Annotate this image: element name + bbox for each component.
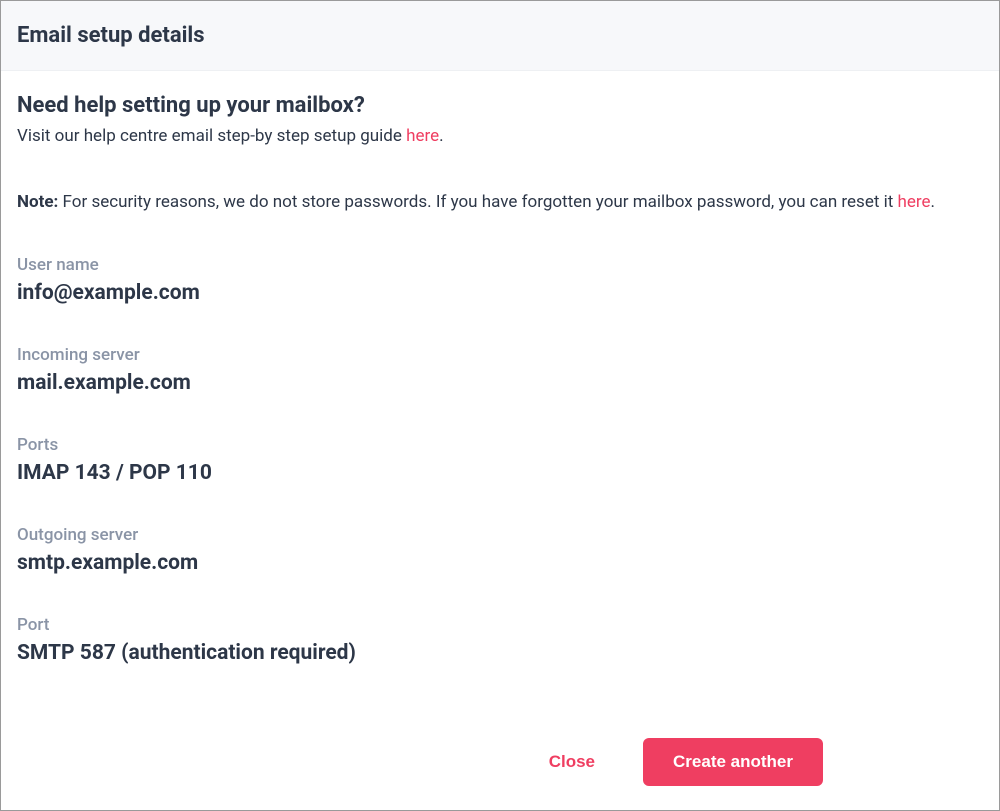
modal-footer: Close Create another: [1, 718, 999, 810]
incoming-server-field: Incoming server mail.example.com: [17, 345, 983, 395]
note-text-after: .: [931, 192, 935, 212]
username-label: User name: [17, 255, 983, 275]
incoming-server-label: Incoming server: [17, 345, 983, 365]
modal-title: Email setup details: [17, 23, 983, 48]
username-field: User name info@example.com: [17, 255, 983, 305]
outgoing-port-label: Port: [17, 615, 983, 635]
username-value: info@example.com: [17, 281, 983, 305]
close-button[interactable]: Close: [541, 740, 603, 784]
modal-header: Email setup details: [1, 1, 999, 71]
modal-body: Need help setting up your mailbox? Visit…: [1, 71, 999, 718]
outgoing-server-value: smtp.example.com: [17, 551, 983, 575]
reset-password-link[interactable]: here: [898, 192, 931, 212]
note-label: Note:: [17, 192, 58, 212]
incoming-ports-value: IMAP 143 / POP 110: [17, 461, 983, 485]
help-heading: Need help setting up your mailbox?: [17, 93, 983, 118]
outgoing-port-value: SMTP 587 (authentication required): [17, 641, 983, 665]
outgoing-port-field: Port SMTP 587 (authentication required): [17, 615, 983, 665]
outgoing-server-label: Outgoing server: [17, 525, 983, 545]
incoming-server-value: mail.example.com: [17, 371, 983, 395]
incoming-ports-field: Ports IMAP 143 / POP 110: [17, 435, 983, 485]
outgoing-server-field: Outgoing server smtp.example.com: [17, 525, 983, 575]
incoming-ports-label: Ports: [17, 435, 983, 455]
note-text: Note: For security reasons, we do not st…: [17, 190, 983, 216]
create-another-button[interactable]: Create another: [643, 738, 823, 786]
help-guide-link[interactable]: here: [406, 126, 439, 146]
help-text-after: .: [439, 126, 443, 146]
email-setup-modal: Email setup details Need help setting up…: [0, 0, 1000, 811]
help-text: Visit our help centre email step-by step…: [17, 124, 983, 150]
note-text-before: For security reasons, we do not store pa…: [58, 192, 897, 212]
help-text-before: Visit our help centre email step-by step…: [17, 126, 406, 146]
